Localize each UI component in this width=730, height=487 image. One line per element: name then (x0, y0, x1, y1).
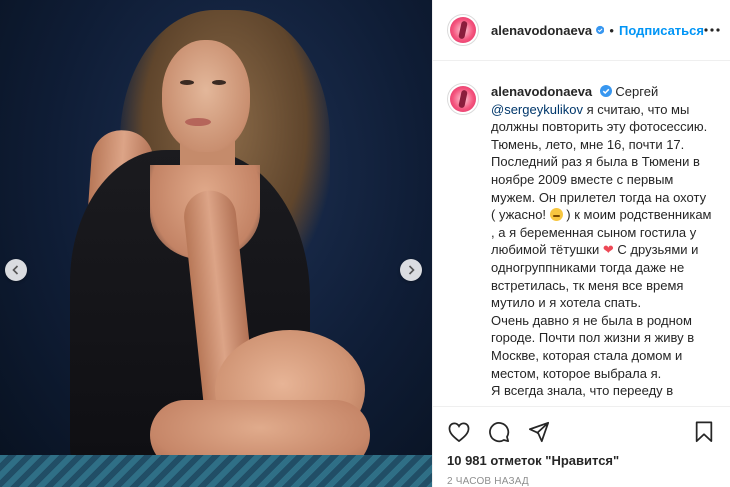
comment-button[interactable] (487, 420, 511, 444)
caption-mention[interactable]: @sergeykulikov (491, 102, 583, 117)
post-photo[interactable] (0, 0, 432, 487)
photo-eye-right (212, 80, 226, 85)
photo-face (162, 40, 250, 152)
comment-icon (489, 422, 510, 443)
photo-lips (185, 118, 211, 126)
caption-text-2: я считаю, что мы должны повторить эту фо… (491, 101, 708, 223)
bookmark-icon (695, 421, 713, 443)
chevron-right-icon (408, 265, 415, 275)
verified-badge-icon (596, 25, 605, 35)
share-button[interactable] (527, 420, 551, 444)
post-side-panel: alenavodonaeva • Подписаться alenavodona… (432, 0, 730, 487)
avatar[interactable] (447, 14, 479, 46)
caption-text-5: Очень давно я не была в родном городе. П… (491, 312, 695, 381)
verified-badge-icon (599, 85, 612, 97)
header-username[interactable]: alenavodonaeva (491, 23, 592, 38)
like-button[interactable] (447, 420, 471, 444)
photo-floor (0, 455, 432, 487)
caption-section: alenavodonaeva Сергей @sergeykulikov я с… (433, 61, 730, 407)
more-options-button[interactable] (704, 20, 720, 40)
action-bar (433, 407, 730, 447)
post-header: alenavodonaeva • Подписаться (433, 0, 730, 61)
post-caption: alenavodonaeva Сергей @sergeykulikov я с… (491, 83, 713, 406)
more-options-icon (704, 28, 720, 32)
header-separator: • (609, 22, 614, 38)
carousel-prev-button[interactable] (5, 259, 27, 281)
likes-count[interactable]: 10 981 отметок "Нравится" (433, 447, 730, 468)
photo-eye-left (180, 80, 194, 85)
carousel-next-button[interactable] (400, 259, 422, 281)
save-button[interactable] (692, 420, 716, 444)
unamused-face-icon (549, 208, 563, 222)
heart-icon (448, 422, 470, 442)
caption-avatar[interactable] (447, 83, 479, 115)
chevron-left-icon (12, 265, 19, 275)
share-icon (528, 421, 550, 443)
red-heart-icon: ❤ (602, 242, 614, 258)
post-timestamp[interactable]: 2 ЧАСОВ НАЗАД (433, 468, 730, 487)
follow-button[interactable]: Подписаться (619, 23, 704, 38)
caption-text-6: Я всегда знала, что перееду в столицу из… (491, 383, 674, 406)
caption-username[interactable]: alenavodonaeva (491, 84, 592, 99)
caption-text-1: Сергей (615, 84, 659, 99)
